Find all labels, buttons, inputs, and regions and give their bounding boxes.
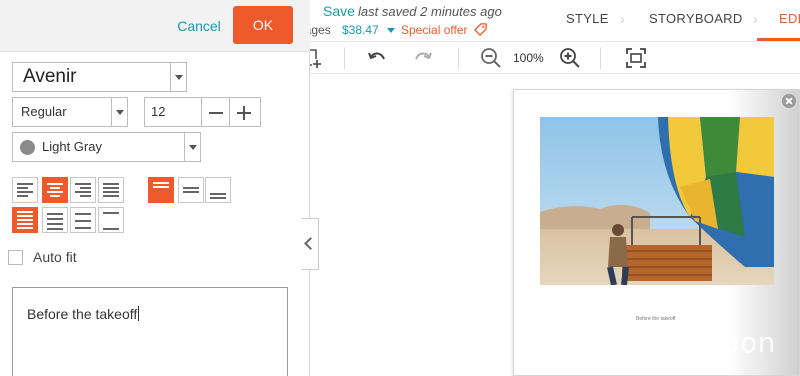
step-style-tab[interactable]: STYLE	[566, 11, 609, 26]
font-style-value: Regular	[21, 104, 67, 119]
active-step-indicator	[757, 38, 800, 41]
step-edit-tab[interactable]: EDIT	[779, 11, 800, 26]
chevron-down-icon	[184, 133, 200, 161]
chevron-down-icon	[170, 63, 186, 91]
font-family-value: Avenir	[23, 66, 77, 87]
zoom-level: 100%	[513, 51, 544, 65]
font-size-input[interactable]: 12	[144, 97, 202, 127]
chevron-right-icon: ›	[753, 11, 758, 27]
special-offer-link[interactable]: Special offer	[401, 23, 468, 37]
minus-icon	[209, 112, 223, 114]
toolbar-divider	[600, 47, 601, 69]
font-style-select[interactable]: Regular	[12, 97, 128, 127]
text-caret	[138, 306, 140, 321]
caption-text-value: Before the takeoff	[27, 306, 140, 322]
align-center-button[interactable]	[42, 177, 68, 203]
tag-icon[interactable]	[473, 22, 488, 37]
toolbar-divider	[344, 47, 345, 69]
last-saved-status: last saved 2 minutes ago	[358, 4, 502, 19]
undo-icon[interactable]	[366, 47, 388, 69]
panel-header: Cancel OK	[0, 0, 310, 52]
valign-top-button[interactable]	[148, 177, 174, 203]
hot-air-balloon-photo	[540, 117, 774, 285]
text-color-select[interactable]: Light Gray	[12, 132, 201, 162]
watermark-text: DealMoon	[632, 326, 776, 359]
autofit-checkbox[interactable]	[8, 250, 23, 265]
zoom-in-icon[interactable]	[559, 47, 581, 69]
toolbar-divider	[458, 47, 459, 69]
text-editor-panel: Cancel OK Avenir Regular 12 Light Gray A…	[0, 0, 310, 376]
color-swatch	[20, 140, 35, 155]
spacing-widest-button[interactable]	[98, 207, 124, 233]
font-size-increase-button[interactable]	[230, 97, 261, 127]
top-bar: Save last saved 2 minutes ago pages $38.…	[298, 0, 800, 42]
spacing-tight-button[interactable]	[12, 207, 38, 233]
cancel-button[interactable]: Cancel	[172, 17, 226, 35]
save-link[interactable]: Save	[323, 3, 355, 19]
dealmoon-logo-icon	[588, 324, 624, 360]
fit-to-screen-icon[interactable]	[625, 47, 647, 69]
chevron-down-icon	[111, 98, 127, 126]
plus-icon-stroke	[243, 106, 245, 120]
align-right-button[interactable]	[70, 177, 96, 203]
chevron-right-icon: ›	[620, 11, 625, 27]
valign-bottom-button[interactable]	[205, 177, 231, 203]
zoom-out-icon[interactable]	[480, 47, 502, 69]
chevron-down-icon[interactable]	[387, 28, 395, 33]
editor-toolbar: 100%	[304, 42, 800, 74]
font-size-decrease-button[interactable]	[202, 97, 230, 127]
valign-middle-button[interactable]	[178, 177, 204, 203]
app-root: Cancel OK Avenir Regular 12 Light Gray A…	[0, 0, 800, 376]
collapse-panel-tab[interactable]	[301, 218, 319, 270]
ok-button[interactable]: OK	[233, 6, 293, 44]
redo-icon[interactable]	[412, 47, 434, 69]
text-color-value: Light Gray	[42, 139, 102, 154]
caption-text-input[interactable]: Before the takeoff	[12, 287, 288, 376]
page-photo[interactable]	[540, 117, 774, 285]
page-caption[interactable]: Before the takeoff	[636, 316, 675, 322]
spacing-wide-button[interactable]	[70, 207, 96, 233]
align-left-button[interactable]	[12, 177, 38, 203]
close-icon[interactable]	[782, 94, 796, 108]
price-display[interactable]: $38.47	[342, 23, 379, 37]
font-family-select[interactable]: Avenir	[12, 62, 187, 92]
spacing-normal-button[interactable]	[42, 207, 68, 233]
align-justify-button[interactable]	[98, 177, 124, 203]
autofit-label: Auto fit	[33, 249, 77, 265]
step-storyboard-tab[interactable]: STORYBOARD	[649, 11, 743, 26]
